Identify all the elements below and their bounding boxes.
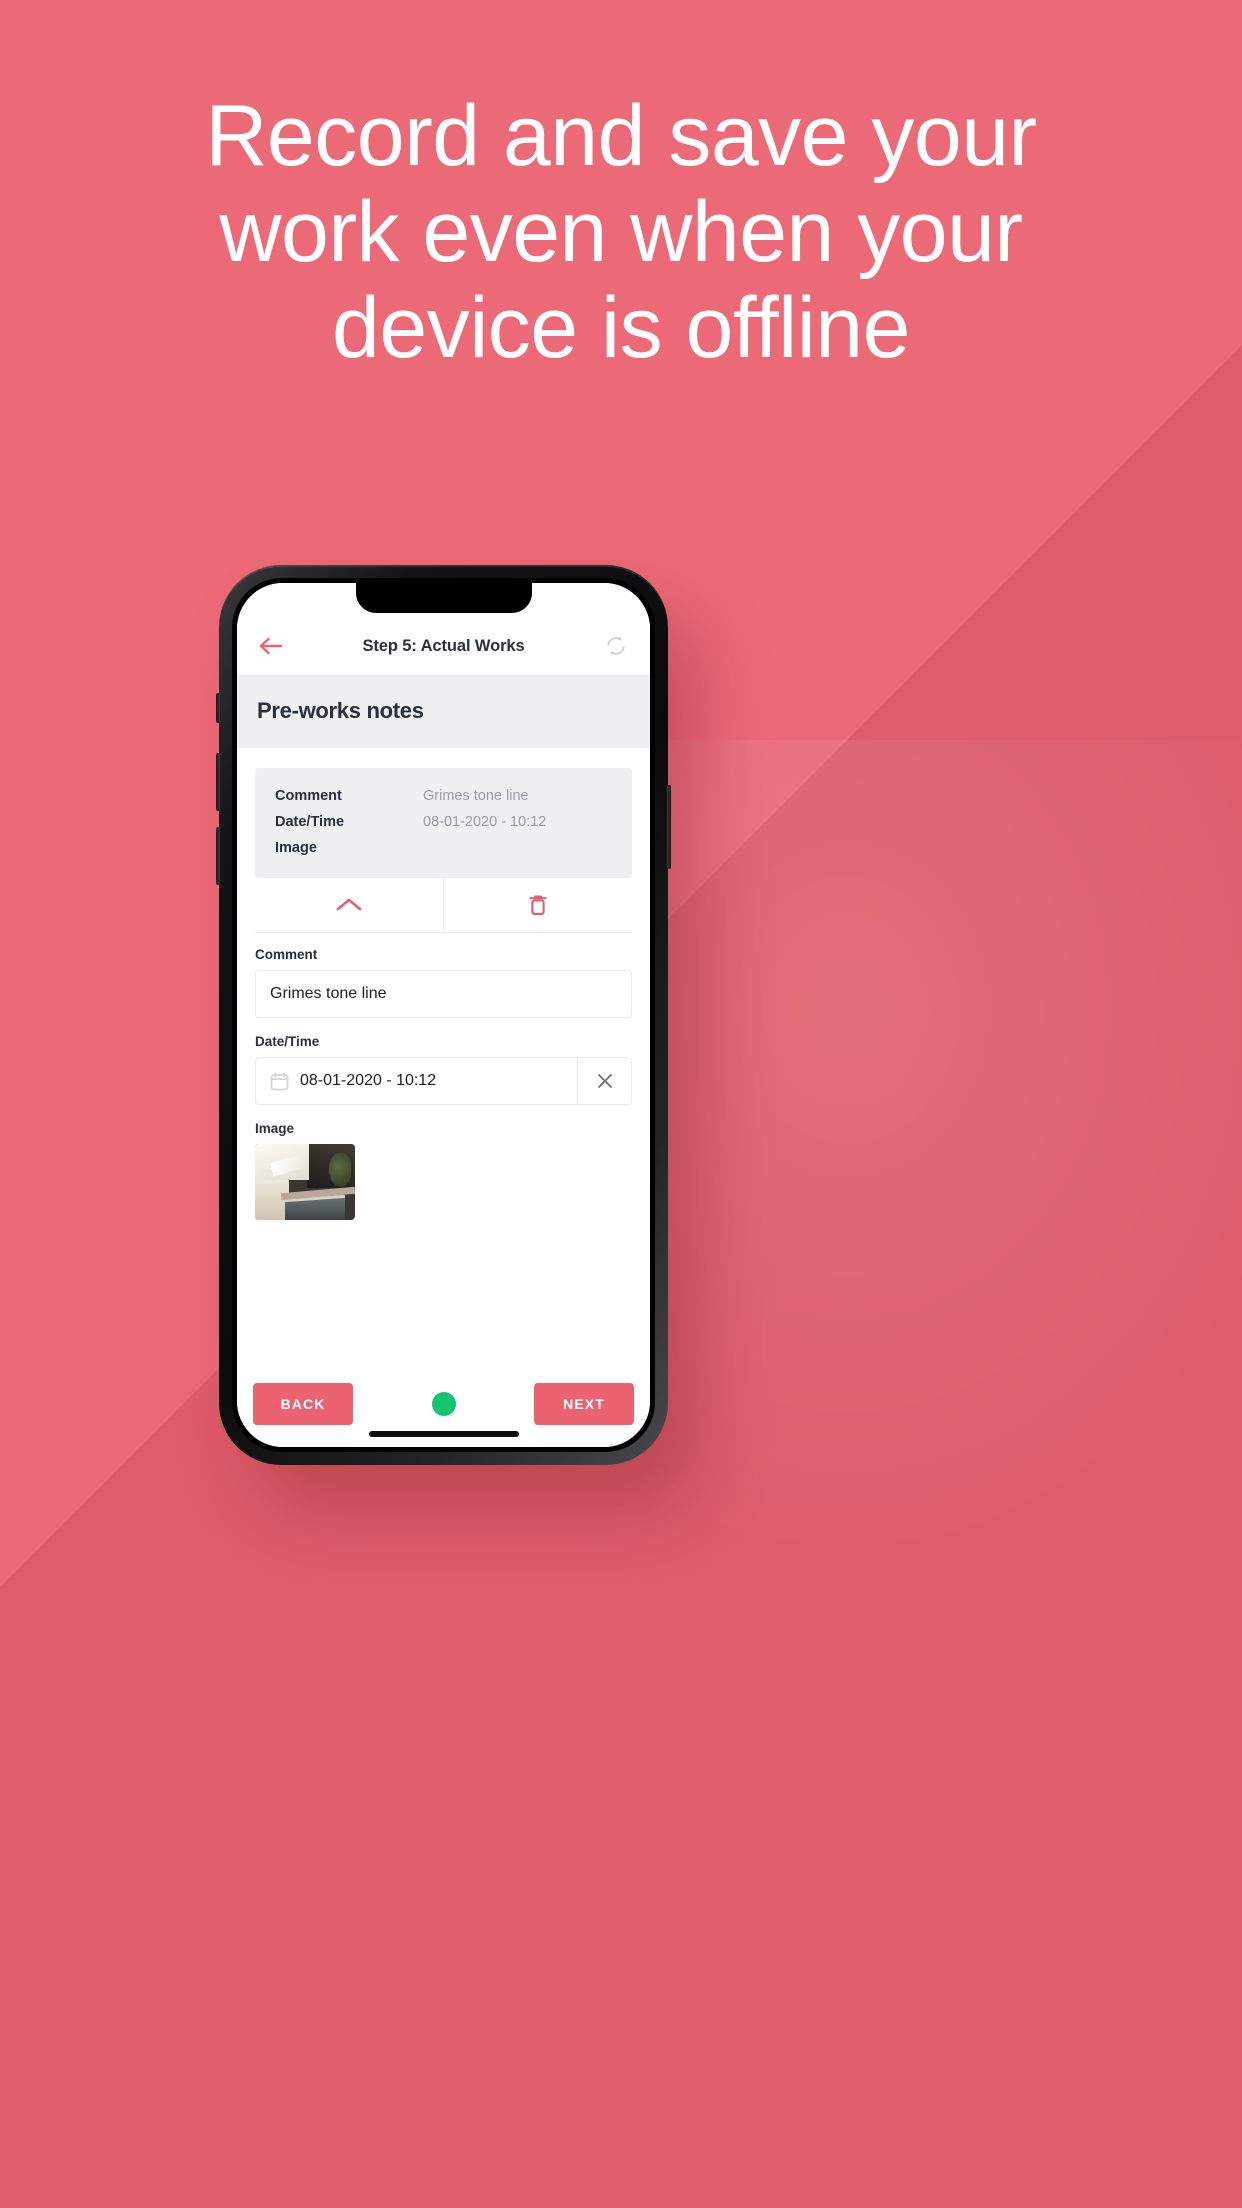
phone-mockup: Step 5: Actual Works Pre-works notes Com… xyxy=(216,565,671,1465)
online-status-indicator xyxy=(431,1392,456,1416)
summary-row: Image xyxy=(275,840,612,856)
app-root: Step 5: Actual Works Pre-works notes Com… xyxy=(237,583,650,1447)
datetime-label: Date/Time xyxy=(255,1034,320,1049)
datetime-clear-button[interactable] xyxy=(577,1058,631,1104)
phone-bezel: Step 5: Actual Works Pre-works notes Com… xyxy=(232,578,655,1452)
datetime-input[interactable]: 08-01-2020 - 10:12 xyxy=(256,1058,577,1104)
calendar-icon xyxy=(270,1072,289,1090)
power-button[interactable] xyxy=(667,785,671,869)
app-bar: Step 5: Actual Works xyxy=(237,617,650,675)
summary-row: Date/Time 08-01-2020 - 10:12 xyxy=(275,814,612,830)
app-bar-title: Step 5: Actual Works xyxy=(362,636,525,655)
trash-icon xyxy=(529,895,547,916)
summary-value: 08-01-2020 - 10:12 xyxy=(423,814,547,830)
summary-value: Grimes tone line xyxy=(423,788,529,804)
summary-key: Date/Time xyxy=(275,814,345,830)
thumb-layer xyxy=(329,1153,351,1187)
background-glow xyxy=(620,740,1242,1640)
next-wizard-button[interactable]: NEXT xyxy=(534,1383,634,1425)
comment-input[interactable]: Grimes tone line xyxy=(255,970,632,1018)
note-form: Comment Grimes tone line Date/Time 08-01… xyxy=(237,933,650,1220)
content-scroll-area[interactable]: Comment Grimes tone line Date/Time 08-01… xyxy=(237,748,650,1373)
section-title: Pre-works notes xyxy=(257,698,424,723)
datetime-field: 08-01-2020 - 10:12 xyxy=(255,1057,632,1105)
back-wizard-button[interactable]: BACK xyxy=(253,1383,353,1425)
comment-value: Grimes tone line xyxy=(270,985,387,1002)
note-summary-card[interactable]: Comment Grimes tone line Date/Time 08-01… xyxy=(255,768,632,878)
arrow-left-icon xyxy=(259,637,283,655)
datetime-value: 08-01-2020 - 10:12 xyxy=(300,1072,437,1089)
section-header: Pre-works notes xyxy=(237,675,650,748)
thumb-layer xyxy=(255,1180,289,1220)
home-indicator[interactable] xyxy=(368,1431,519,1437)
image-label: Image xyxy=(255,1121,295,1136)
image-thumbnail[interactable] xyxy=(255,1144,355,1220)
phone-notch xyxy=(355,583,532,613)
sync-button[interactable] xyxy=(599,629,633,663)
close-icon xyxy=(597,1074,612,1088)
headline-line-3: device is offline xyxy=(332,280,910,376)
chevron-up-icon xyxy=(336,898,362,911)
collapse-button[interactable] xyxy=(255,878,443,932)
summary-key: Image xyxy=(275,840,317,856)
summary-key: Comment xyxy=(275,788,342,804)
summary-row: Comment Grimes tone line xyxy=(275,788,612,804)
delete-button[interactable] xyxy=(443,878,632,932)
headline-line-1: Record and save your xyxy=(205,88,1037,184)
sync-icon xyxy=(607,636,625,656)
mute-switch[interactable] xyxy=(216,693,220,723)
back-button[interactable] xyxy=(254,629,288,663)
headline-line-2: work even when your xyxy=(219,184,1023,280)
volume-down-button[interactable] xyxy=(216,827,220,885)
phone-screen: Step 5: Actual Works Pre-works notes Com… xyxy=(237,583,650,1447)
comment-label: Comment xyxy=(255,947,318,962)
promo-headline: Record and save your work even when your… xyxy=(0,88,1242,376)
volume-up-button[interactable] xyxy=(216,753,220,811)
note-actions xyxy=(255,878,632,933)
